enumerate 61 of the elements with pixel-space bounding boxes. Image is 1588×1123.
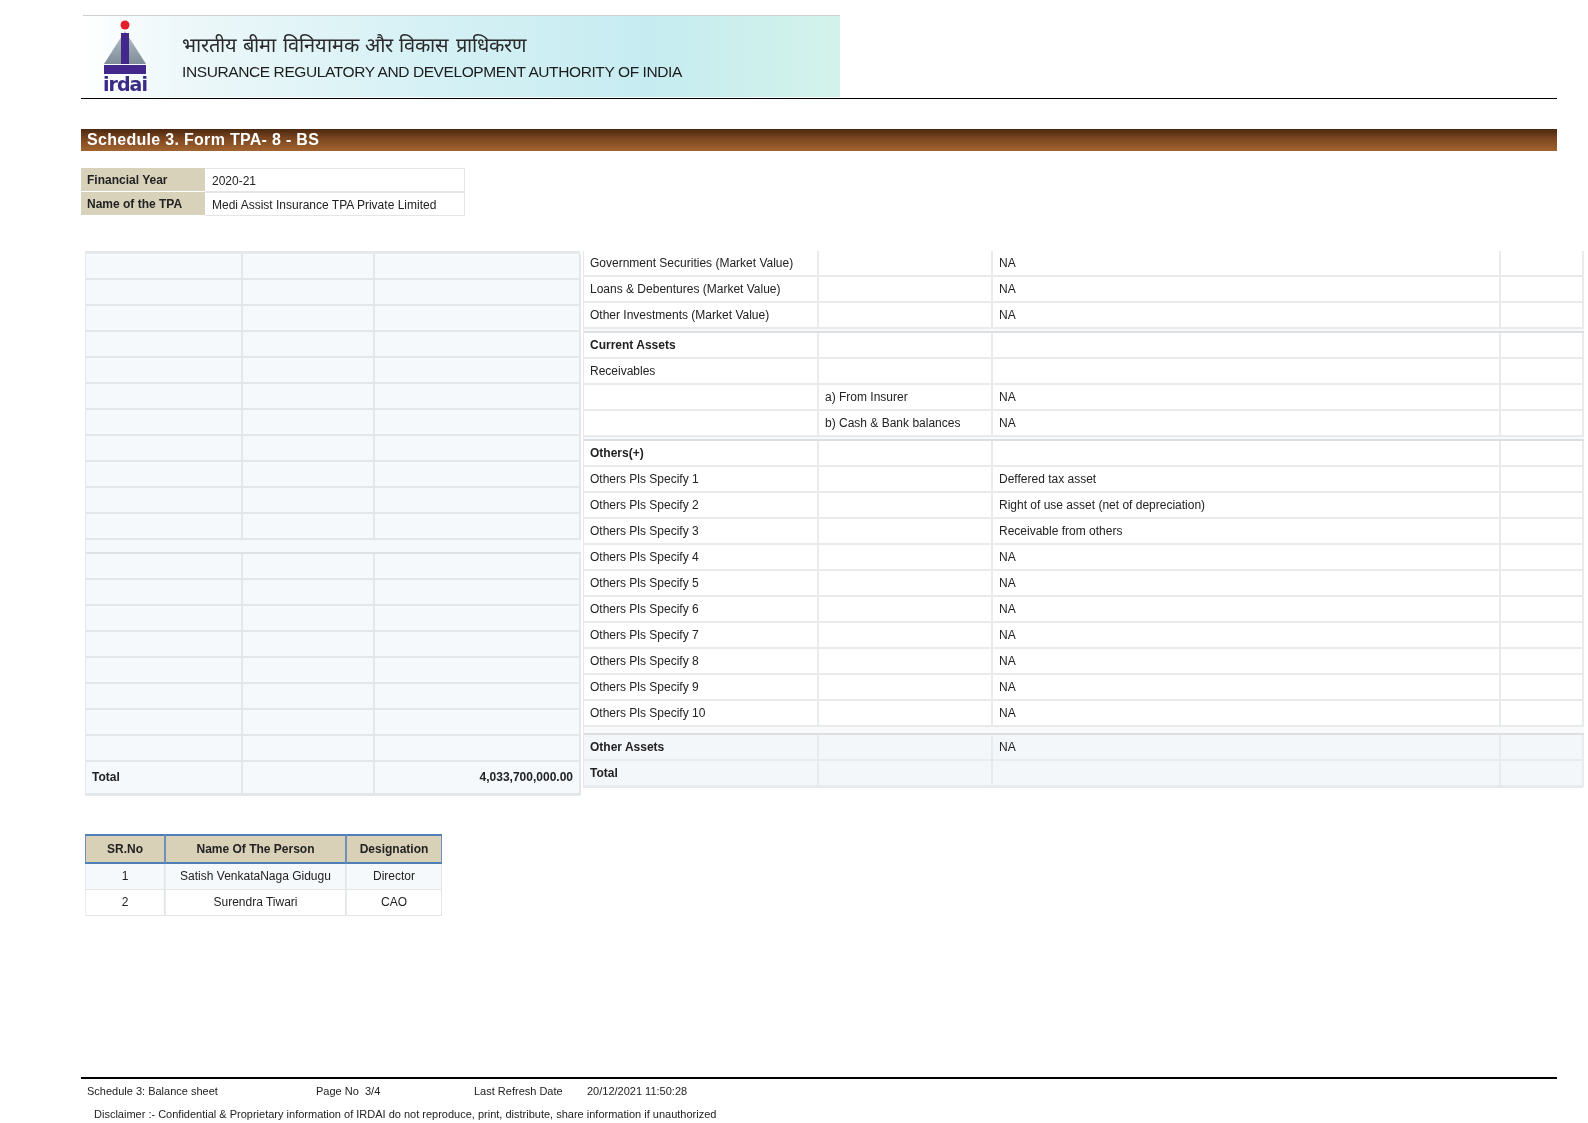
row-label: Others Pls Specify 8 (584, 649, 819, 675)
column-header: Designation (346, 834, 442, 864)
info-label: Financial Year (81, 168, 205, 192)
value-cell: NA (993, 571, 1501, 597)
table-cell: 1 (85, 864, 165, 890)
row-label: Others Pls Specify 9 (584, 675, 819, 701)
row-label: Others Pls Specify 10 (584, 701, 819, 727)
row-label: Other Investments (Market Value) (584, 303, 819, 329)
table-cell: CAO (346, 890, 442, 916)
info-value: Medi Assist Insurance TPA Private Limited (205, 192, 465, 216)
table-cell: Director (346, 864, 442, 890)
row-label: Others Pls Specify 5 (584, 571, 819, 597)
row-label: Government Securities (Market Value) (584, 251, 819, 277)
summary-label: Other Assets (584, 735, 819, 761)
page-number: 3/4 (365, 1084, 381, 1098)
row-label: Others Pls Specify 6 (584, 597, 819, 623)
table-cell: Surendra Tiwari (165, 890, 346, 916)
value-cell: Receivable from others (993, 519, 1501, 545)
page-label: Page No (316, 1084, 359, 1098)
row-label: Others Pls Specify 7 (584, 623, 819, 649)
sub-label: b) Cash & Bank balances (819, 411, 993, 437)
row-label: Loans & Debentures (Market Value) (584, 277, 819, 303)
disclaimer-text: Disclaimer :- Confidential & Proprietary information of IRDAI do not reproduce, print, distribute, share information if unauthorized (94, 1107, 717, 1121)
summary-label: Total (584, 761, 819, 787)
authority-name: INSURANCE REGULATORY AND DEVELOPMENT AUTHORITY OF INDIA (182, 62, 682, 81)
section-heading: Others(+) (584, 441, 819, 467)
row-label: Receivables (584, 359, 819, 385)
total-label: Total (86, 762, 243, 795)
row-label: Others Pls Specify 2 (584, 493, 819, 519)
value-cell: NA (993, 597, 1501, 623)
value-cell: NA (993, 701, 1501, 727)
total-amount: 4,033,700,000.00 (375, 762, 581, 795)
value-cell: NA (993, 411, 1501, 437)
value-cell: NA (993, 545, 1501, 571)
table-cell: Satish VenkataNaga Gidugu (165, 864, 346, 890)
value-cell: NA (993, 303, 1501, 329)
report-name: Schedule 3: Balance sheet (87, 1084, 218, 1098)
column-header: SR.No (85, 834, 165, 864)
value-cell: NA (993, 385, 1501, 411)
section-heading: Current Assets (584, 333, 819, 359)
table-cell: 2 (85, 890, 165, 916)
value-cell: NA (993, 251, 1501, 277)
sub-label: a) From Insurer (819, 385, 993, 411)
value-cell: Right of use asset (net of depreciation) (993, 493, 1501, 519)
row-label: Others Pls Specify 1 (584, 467, 819, 493)
row-label: Others Pls Specify 3 (584, 519, 819, 545)
authority-name-hindi: भारतीय बीमा विनियामक और विकास प्राधिकरण (182, 32, 528, 57)
value-cell: NA (993, 277, 1501, 303)
info-label: Name of the TPA (81, 192, 205, 216)
refresh-label: Last Refresh Date (474, 1084, 563, 1098)
info-value: 2020-21 (205, 168, 465, 192)
logo-wordmark: irdai (103, 73, 147, 94)
column-header: Name Of The Person (165, 834, 346, 864)
refresh-date: 20/12/2021 11:50:28 (587, 1084, 688, 1098)
value-cell: NA (993, 623, 1501, 649)
value-cell: NA (993, 735, 1501, 761)
value-cell: NA (993, 649, 1501, 675)
row-label: Others Pls Specify 4 (584, 545, 819, 571)
value-cell: Deffered tax asset (993, 467, 1501, 493)
value-cell: NA (993, 675, 1501, 701)
form-title: Schedule 3. Form TPA- 8 - BS (81, 129, 1557, 151)
